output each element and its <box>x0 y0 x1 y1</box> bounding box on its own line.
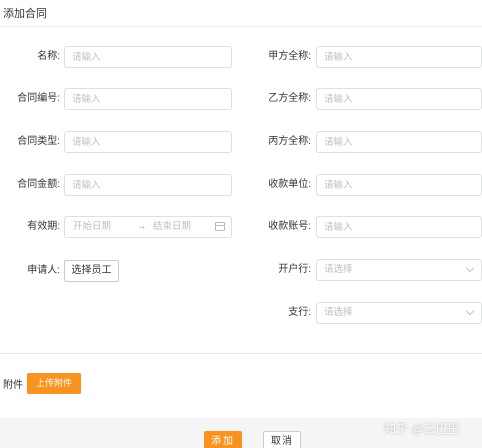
add-button[interactable]: 添加 <box>204 431 242 448</box>
date-range-picker[interactable]: 开始日期 → 结束日期 <box>64 216 232 238</box>
name-field[interactable] <box>64 46 232 68</box>
contract-no-input[interactable] <box>72 89 231 109</box>
chevron-down-icon <box>465 306 475 316</box>
branch-select-placeholder: 请选择 <box>324 307 353 318</box>
amount-field[interactable] <box>64 174 232 196</box>
party-a-input[interactable] <box>324 47 481 67</box>
party-a-label: 甲方全称: <box>268 51 311 62</box>
bank-label: 开户行: <box>278 264 311 275</box>
payee-unit-input[interactable] <box>324 175 481 195</box>
calendar-icon <box>215 222 225 231</box>
branch-select[interactable]: 请选择 <box>316 302 482 324</box>
payee-account-label: 收款账号: <box>268 221 311 232</box>
party-c-field[interactable] <box>316 131 482 153</box>
amount-label: 合同金额: <box>17 179 60 190</box>
title-divider <box>0 26 482 27</box>
party-c-label: 丙方全称: <box>268 136 311 147</box>
amount-input[interactable] <box>72 175 231 195</box>
contract-no-label: 合同编号: <box>17 93 60 104</box>
end-date-placeholder[interactable]: 结束日期 <box>153 217 191 237</box>
bank-select-placeholder: 请选择 <box>324 264 353 275</box>
party-b-label: 乙方全称: <box>268 93 311 104</box>
upload-attachment-button[interactable]: 上传附件 <box>27 373 81 394</box>
attachment-label: 附件 <box>3 380 23 391</box>
watermark: 知乎 @云巴巴 <box>384 422 460 436</box>
applicant-label: 申请人: <box>27 265 60 276</box>
contract-type-input[interactable] <box>72 132 231 152</box>
validity-label: 有效期: <box>27 221 60 232</box>
payee-unit-field[interactable] <box>316 174 482 196</box>
contract-type-field[interactable] <box>64 131 232 153</box>
form-divider <box>0 353 482 354</box>
name-label: 名称: <box>37 51 60 62</box>
payee-account-input[interactable] <box>324 217 481 237</box>
cancel-button[interactable]: 取消 <box>263 431 301 448</box>
chevron-down-icon <box>465 263 475 273</box>
page-title: 添加合同 <box>3 8 47 20</box>
name-input[interactable] <box>72 47 231 67</box>
branch-label: 支行: <box>288 307 311 318</box>
select-staff-button[interactable]: 选择员工 <box>64 260 119 282</box>
bank-select[interactable]: 请选择 <box>316 259 482 281</box>
range-arrow-icon: → <box>137 221 147 232</box>
party-c-input[interactable] <box>324 132 481 152</box>
contract-no-field[interactable] <box>64 88 232 110</box>
start-date-placeholder[interactable]: 开始日期 <box>73 217 111 237</box>
payee-account-field[interactable] <box>316 216 482 238</box>
payee-unit-label: 收款单位: <box>268 179 311 190</box>
party-b-field[interactable] <box>316 88 482 110</box>
party-b-input[interactable] <box>324 89 481 109</box>
party-a-field[interactable] <box>316 46 482 68</box>
contract-type-label: 合同类型: <box>17 136 60 147</box>
